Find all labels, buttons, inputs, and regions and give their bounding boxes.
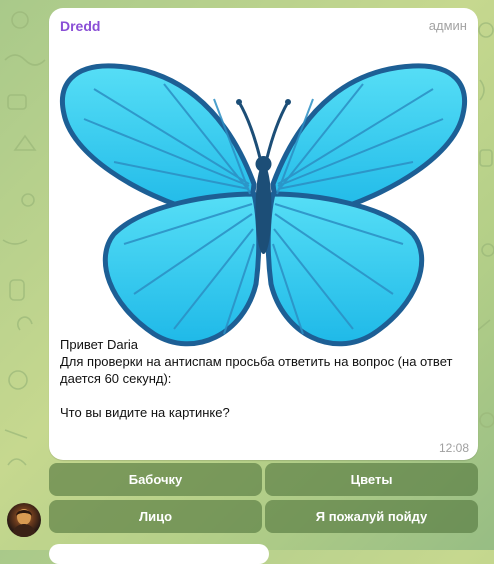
message-line: Что вы видите на картинке?: [60, 405, 230, 420]
message-bubble: Dredd админ Привет Daria Для проверки на…: [49, 8, 478, 460]
message-line: Для проверки на антиспам просьба ответит…: [60, 354, 457, 386]
answer-button-leave[interactable]: Я пожалуй пойду: [265, 500, 478, 533]
next-message-bubble: [49, 544, 269, 564]
message-line: ​: [60, 387, 470, 404]
answer-button-butterfly[interactable]: Бабочку: [49, 463, 262, 496]
answer-button-flowers[interactable]: Цветы: [265, 463, 478, 496]
message-time: 12:08: [438, 441, 469, 455]
answer-button-face[interactable]: Лицо: [49, 500, 262, 533]
sender-role-badge: админ: [428, 18, 467, 33]
butterfly-image[interactable]: [54, 44, 473, 356]
message-line: Привет Daria: [60, 337, 139, 352]
sender-avatar[interactable]: [7, 503, 41, 537]
avatar-figure-icon: [11, 509, 37, 537]
sender-name[interactable]: Dredd: [60, 18, 100, 34]
message-text: Привет Daria Для проверки на антиспам пр…: [60, 336, 470, 421]
